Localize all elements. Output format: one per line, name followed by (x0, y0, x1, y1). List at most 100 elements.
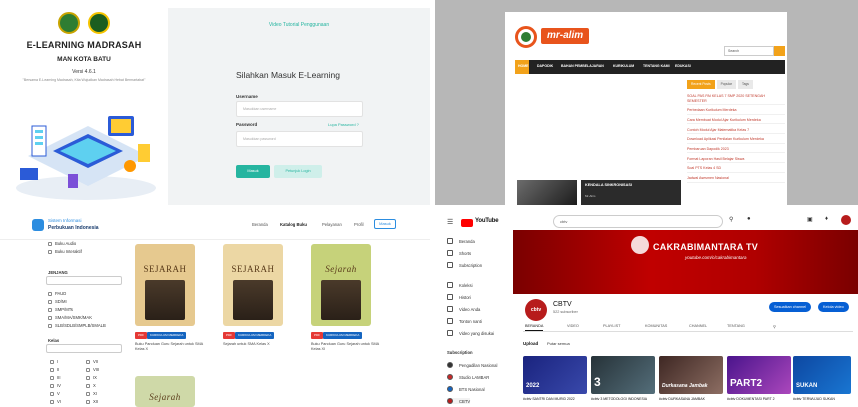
checkbox-icon[interactable] (50, 367, 54, 372)
password-input[interactable]: Masukkan password (236, 131, 363, 147)
jenjang-option[interactable]: SMA/MA/SMK/MAK (48, 314, 92, 321)
jenjang-option[interactable]: PAUD (48, 290, 66, 297)
checkbox-icon[interactable] (50, 391, 54, 396)
checkbox-icon[interactable] (50, 359, 54, 364)
checkbox-icon[interactable] (86, 399, 90, 404)
search-input[interactable]: Search (724, 46, 774, 56)
video-thumbnail[interactable]: 2022 (523, 356, 587, 394)
subscription-item[interactable]: CBTV (447, 398, 471, 404)
checkbox-icon[interactable] (48, 241, 52, 246)
video-title[interactable]: #cbtv 3 METODOLOGI INDONESIA (591, 397, 655, 402)
tab-tags[interactable]: Tags (737, 80, 753, 89)
post-title[interactable]: KENDALA SINKRONISASI (585, 183, 632, 187)
kelas-option[interactable]: VII (86, 358, 98, 365)
filter-audio[interactable]: Buku Audio (48, 240, 76, 247)
video-title[interactable]: #cbtv DURKASANA JAMBAK (659, 397, 723, 402)
post-thumbnail[interactable] (517, 180, 577, 205)
sidebar-item-histori[interactable]: Histori (447, 294, 471, 300)
video-title[interactable]: #cbtv DOKUMENTASI PART 2 (727, 397, 791, 402)
kelas-option[interactable]: IV (50, 382, 61, 389)
video-title[interactable]: #cbtv TERWUJUD SUKAN (793, 397, 851, 402)
kelas-option[interactable]: IX (86, 374, 97, 381)
list-item[interactable]: Contoh Modul Ajar Matematika Kelas 7 (687, 128, 785, 135)
sidebar-item-beranda[interactable]: Beranda (447, 238, 475, 244)
search-input[interactable]: cbtv (553, 215, 723, 228)
list-item[interactable]: Perbedaan Kurikulum Merdeka (687, 108, 785, 115)
book-cover[interactable]: SEJARAH (223, 244, 283, 326)
sidebar-item-disukai[interactable]: Video yang disukai (447, 330, 494, 336)
list-item[interactable]: Format Laporan Hasil Belajar Siswa (687, 157, 785, 164)
video-thumbnail[interactable]: 3 (591, 356, 655, 394)
book-cover[interactable]: Sejarah (135, 376, 195, 407)
book-title[interactable]: Buku Panduan Guru Sejarah untuk SMA Kela… (135, 342, 211, 352)
tab-recent[interactable]: Recent Posts (687, 80, 715, 89)
checkbox-icon[interactable] (48, 307, 52, 312)
sidebar-item-video-anda[interactable]: Video Anda (447, 306, 480, 312)
kelas-option[interactable]: XII (86, 398, 98, 405)
sidebar-item-subscription[interactable]: Subscription (447, 262, 482, 268)
menu-icon[interactable]: ☰ (447, 218, 453, 226)
tab-tentang[interactable]: TENTANG (727, 324, 745, 328)
list-item[interactable]: Jadwal Asesmen Nasional (687, 176, 785, 183)
subscription-item[interactable]: Studio LAMBAR (447, 374, 489, 380)
nav-item-edukasi[interactable]: EDUKASI (675, 64, 691, 68)
sidebar-item-koleksi[interactable]: Koleksi (447, 282, 473, 288)
nav-katalog[interactable]: Katalog Buku (280, 222, 307, 227)
subscription-item[interactable]: BTS Nasional (447, 386, 485, 392)
forgot-password-link[interactable]: Lupa Password ? (328, 122, 359, 127)
book-title[interactable]: Sejarah untuk SMA Kelas X (223, 342, 299, 347)
kelas-option[interactable]: XI (86, 390, 97, 397)
search-icon[interactable]: ⚲ (729, 216, 733, 223)
checkbox-icon[interactable] (48, 249, 52, 254)
tutorial-video-link[interactable]: Video Tutorial Penggunaan (168, 22, 430, 28)
nav-profil[interactable]: Profil (354, 222, 364, 227)
list-item[interactable]: Cara Membuat Modul Ajar Kurikulum Merdek… (687, 118, 785, 125)
video-thumbnail[interactable]: SUKAN (793, 356, 851, 394)
mralim-brand[interactable]: mr-alim (541, 28, 590, 44)
list-item[interactable]: Download Aplikasi Penilaian Kurikulum Me… (687, 137, 785, 144)
filter-interaktif[interactable]: Buku Interaktif (48, 248, 82, 255)
list-item[interactable]: SOAL PAS PAI KELAS 7 SMP 2020 SETENGAH S… (687, 94, 785, 105)
jenjang-option[interactable]: SLB/SDLB/SMPLB/SMALB (48, 322, 106, 329)
checkbox-icon[interactable] (86, 359, 90, 364)
mralim-logo-icon[interactable] (515, 26, 537, 48)
nav-item-tentang[interactable]: TENTANG KAMI (643, 64, 670, 68)
checkbox-icon[interactable] (50, 383, 54, 388)
book-cover[interactable]: Sejarah (311, 244, 371, 326)
checkbox-icon[interactable] (86, 391, 90, 396)
bell-icon[interactable]: ♦ (825, 216, 828, 222)
kelas-option[interactable]: III (50, 374, 61, 381)
checkbox-icon[interactable] (48, 291, 52, 296)
nav-item-kurikulum[interactable]: KURIKULUM (613, 64, 634, 68)
jenjang-option[interactable]: SD/MI (48, 298, 67, 305)
video-thumbnail[interactable]: PART2 (727, 356, 791, 394)
list-item[interactable]: Soal PTS Kelas 4 SD (687, 166, 785, 173)
login-button[interactable]: Masuk (236, 165, 270, 178)
search-button[interactable] (774, 46, 785, 56)
tab-komunitas[interactable]: KOMUNITAS (645, 324, 667, 328)
video-title[interactable]: #cbtv SANTRI DAN MURID 2022 (523, 397, 587, 402)
checkbox-icon[interactable] (50, 375, 54, 380)
tab-popular[interactable]: Popular (716, 80, 736, 89)
youtube-logo-text[interactable]: YouTube (475, 218, 499, 224)
login-button[interactable]: Masuk (374, 219, 396, 229)
channel-avatar[interactable]: cbtv (525, 299, 547, 321)
book-cover[interactable]: SEJARAH (135, 244, 195, 326)
list-item[interactable]: Pembaruan Dapodik 2023 (687, 147, 785, 154)
nav-pelayanan[interactable]: Pelayanan (322, 222, 342, 227)
checkbox-icon[interactable] (48, 299, 52, 304)
sidebar-item-tonton-nanti[interactable]: Tonton nanti (447, 318, 482, 324)
login-help-button[interactable]: Petunjuk Login (274, 165, 322, 178)
kelas-option[interactable]: I (50, 358, 58, 365)
checkbox-icon[interactable] (48, 315, 52, 320)
checkbox-icon[interactable] (48, 323, 52, 328)
siperbuk-logo-icon[interactable] (32, 219, 44, 231)
youtube-logo-icon[interactable] (461, 219, 473, 227)
account-avatar[interactable] (841, 215, 851, 225)
nav-item-dapodik[interactable]: DAPODIK (537, 64, 553, 68)
checkbox-icon[interactable] (50, 399, 54, 404)
jenjang-option[interactable]: SMP/MTs (48, 306, 73, 313)
video-thumbnail[interactable]: Durkasana Jambak (659, 356, 723, 394)
subscription-item[interactable]: Pengadilan Nasional (447, 362, 497, 368)
kelas-option[interactable]: X (86, 382, 96, 389)
